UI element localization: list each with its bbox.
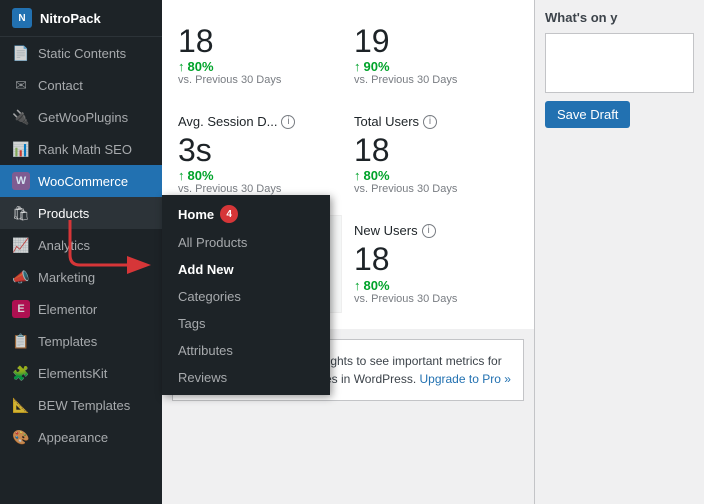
products-dropdown: Home 4 All Products Add New Categories T…	[162, 195, 330, 395]
dropdown-item-tags[interactable]: Tags	[162, 310, 330, 337]
products-icon: 🛍	[12, 204, 30, 222]
upgrade-link[interactable]: Upgrade to Pro »	[420, 372, 511, 386]
sidebar-logo-label: NitroPack	[40, 11, 101, 26]
dropdown-label-reviews: Reviews	[178, 370, 227, 385]
info-icon-avg-session[interactable]: i	[281, 115, 295, 129]
sidebar-item-appearance[interactable]: 🎨 Appearance	[0, 421, 162, 453]
nitropack-icon: N	[12, 8, 32, 28]
dropdown-item-home[interactable]: Home 4	[162, 199, 330, 229]
sidebar-item-marketing[interactable]: 📣 Marketing	[0, 261, 162, 293]
dropdown-label-add-new: Add New	[178, 262, 234, 277]
stat-card-orders: 19 90% vs. Previous 30 Days	[354, 16, 518, 94]
whats-on-label: What's on y	[545, 10, 694, 25]
dropdown-item-add-new[interactable]: Add New	[162, 256, 330, 283]
stat-label-total-users: Total Users i	[354, 114, 518, 129]
dropdown-label-all-products: All Products	[178, 235, 247, 250]
stat-card-new-users: New Users i 18 80% vs. Previous 30 Days	[354, 215, 518, 312]
info-icon-new-users[interactable]: i	[422, 224, 436, 238]
sidebar-label-analytics: Analytics	[38, 238, 90, 253]
stat-change-sessions: 80%	[178, 59, 342, 74]
stat-value-orders: 19	[354, 24, 518, 59]
stat-value-total-users: 18	[354, 133, 518, 168]
dropdown-item-attributes[interactable]: Attributes	[162, 337, 330, 364]
sidebar-logo[interactable]: N NitroPack	[0, 0, 162, 37]
elementor-icon: E	[12, 300, 30, 318]
text-box	[545, 33, 694, 93]
appearance-icon: 🎨	[12, 428, 30, 446]
stat-change-avg: 80%	[178, 168, 342, 183]
dropdown-item-reviews[interactable]: Reviews	[162, 364, 330, 391]
sidebar-label-woocommerce: WooCommerce	[38, 174, 128, 189]
sidebar-label-products: Products	[38, 206, 89, 221]
stat-value-new-users: 18	[354, 242, 518, 277]
stat-label-avg-session: Avg. Session D... i	[178, 114, 342, 129]
sidebar-label-rank-math: Rank Math SEO	[38, 142, 132, 157]
sidebar-label-appearance: Appearance	[38, 430, 108, 445]
sidebar-item-contact[interactable]: ✉ Contact	[0, 69, 162, 101]
stat-change-new-users: 80%	[354, 278, 518, 293]
sidebar-item-getwoo[interactable]: 🔌 GetWooPlugins	[0, 101, 162, 133]
sidebar-label-marketing: Marketing	[38, 270, 95, 285]
templates-icon: 📋	[12, 332, 30, 350]
sidebar-item-bew-templates[interactable]: 📐 BEW Templates	[0, 389, 162, 421]
stat-vs-new-users: vs. Previous 30 Days	[354, 293, 518, 305]
save-draft-button[interactable]: Save Draft	[545, 101, 630, 128]
sidebar-item-analytics[interactable]: 📈 Analytics	[0, 229, 162, 261]
stat-value-avg-session: 3s	[178, 133, 342, 168]
elementskit-icon: 🧩	[12, 364, 30, 382]
marketing-icon: 📣	[12, 268, 30, 286]
static-contents-icon: 📄	[12, 44, 30, 62]
stat-change-orders: 90%	[354, 59, 518, 74]
dropdown-label-attributes: Attributes	[178, 343, 233, 358]
sidebar-label-templates: Templates	[38, 334, 97, 349]
info-icon-total-users[interactable]: i	[423, 115, 437, 129]
dropdown-label-home: Home	[178, 207, 214, 222]
getwoo-icon: 🔌	[12, 108, 30, 126]
sidebar-label-static-contents: Static Contents	[38, 46, 126, 61]
sidebar: N NitroPack 📄 Static Contents ✉ Contact …	[0, 0, 162, 504]
sidebar-label-contact: Contact	[38, 78, 83, 93]
stat-label-new-users: New Users i	[354, 223, 518, 238]
sidebar-item-templates[interactable]: 📋 Templates	[0, 325, 162, 357]
dropdown-item-categories[interactable]: Categories	[162, 283, 330, 310]
sidebar-label-elementskit: ElementsKit	[38, 366, 107, 381]
sidebar-item-static-contents[interactable]: 📄 Static Contents	[0, 37, 162, 69]
dropdown-label-categories: Categories	[178, 289, 241, 304]
stat-change-total-users: 80%	[354, 168, 518, 183]
right-panel: What's on y Save Draft	[534, 0, 704, 504]
sidebar-item-products[interactable]: 🛍 Products	[0, 197, 162, 229]
stat-card-total-users: Total Users i 18 80% vs. Previous 30 Day…	[354, 106, 518, 203]
dropdown-label-tags: Tags	[178, 316, 205, 331]
sidebar-label-elementor: Elementor	[38, 302, 97, 317]
sidebar-label-getwoo: GetWooPlugins	[38, 110, 128, 125]
contact-icon: ✉	[12, 76, 30, 94]
stat-vs-avg: vs. Previous 30 Days	[178, 183, 342, 195]
sidebar-item-elementor[interactable]: E Elementor	[0, 293, 162, 325]
home-badge: 4	[220, 205, 238, 223]
rank-math-icon: 📊	[12, 140, 30, 158]
sidebar-item-elementskit[interactable]: 🧩 ElementsKit	[0, 357, 162, 389]
stat-card-sessions: 18 80% vs. Previous 30 Days	[178, 16, 342, 94]
stat-vs-total-users: vs. Previous 30 Days	[354, 183, 518, 195]
stat-card-avg-session: Avg. Session D... i 3s 80% vs. Previous …	[178, 106, 342, 203]
stat-value-sessions: 18	[178, 24, 342, 59]
dropdown-item-all-products[interactable]: All Products	[162, 229, 330, 256]
bew-templates-icon: 📐	[12, 396, 30, 414]
sidebar-item-rank-math[interactable]: 📊 Rank Math SEO	[0, 133, 162, 165]
analytics-icon: 📈	[12, 236, 30, 254]
sidebar-item-woocommerce[interactable]: W WooCommerce	[0, 165, 162, 197]
woocommerce-icon: W	[12, 172, 30, 190]
stat-vs-sessions: vs. Previous 30 Days	[178, 74, 342, 86]
sidebar-label-bew-templates: BEW Templates	[38, 398, 130, 413]
stat-vs-orders: vs. Previous 30 Days	[354, 74, 518, 86]
